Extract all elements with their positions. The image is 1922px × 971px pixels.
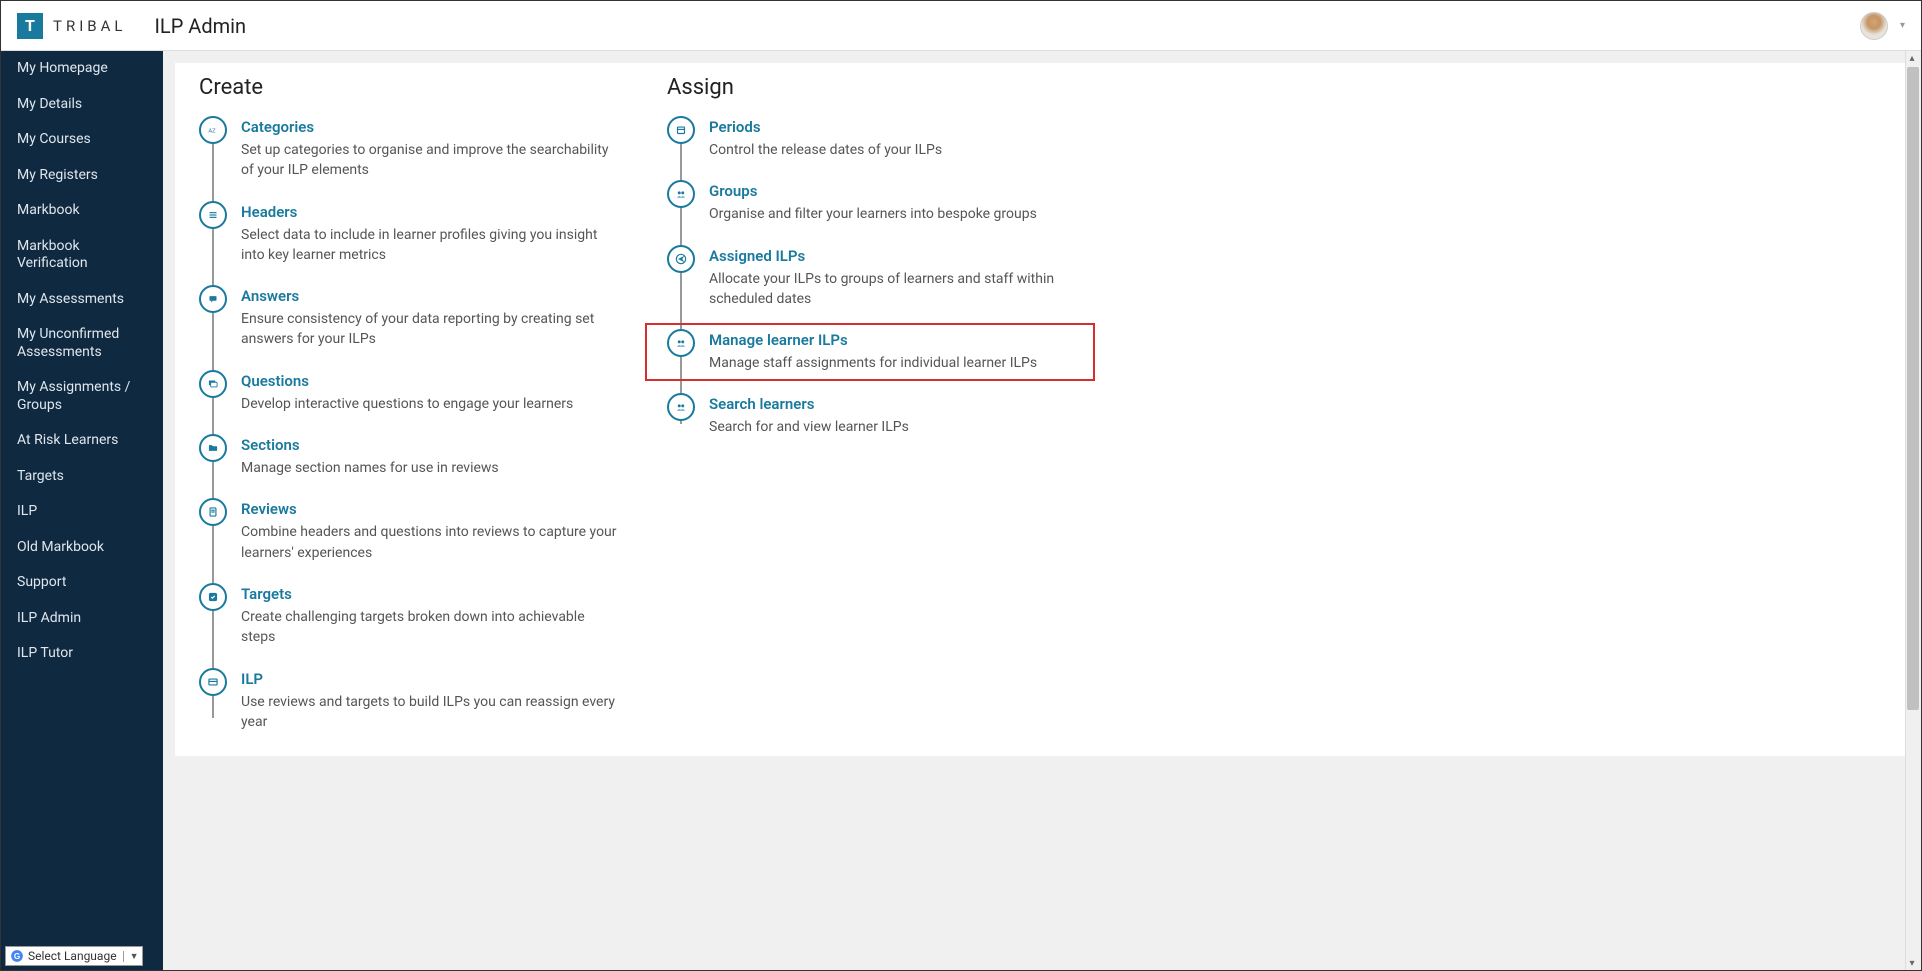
assign-item-periods[interactable]: Periods Control the release dates of you… <box>667 116 1087 180</box>
main-content: Create AZ Categories Set up categories t… <box>163 51 1921 970</box>
create-item-targets[interactable]: Targets Create challenging targets broke… <box>199 583 619 668</box>
sidebar-item-old-markbook[interactable]: Old Markbook <box>1 530 163 566</box>
item-desc: Manage section names for use in reviews <box>241 458 619 478</box>
item-desc: Select data to include in learner profil… <box>241 225 619 266</box>
list-icon <box>199 201 227 229</box>
item-title[interactable]: Periods <box>709 118 1087 136</box>
create-column: Create AZ Categories Set up categories t… <box>199 75 619 732</box>
checkbox-icon <box>199 583 227 611</box>
sidebar-item-ilp-tutor[interactable]: ILP Tutor <box>1 636 163 672</box>
az-icon: AZ <box>199 116 227 144</box>
scrollbar[interactable]: ▴ ▾ <box>1905 51 1921 970</box>
item-desc: Control the release dates of your ILPs <box>709 140 1087 160</box>
item-title[interactable]: Groups <box>709 182 1087 200</box>
item-desc: Combine headers and questions into revie… <box>241 522 619 563</box>
chevron-down-icon: ▼ <box>123 951 139 962</box>
item-desc: Ensure consistency of your data reportin… <box>241 309 619 350</box>
assign-item-groups[interactable]: Groups Organise and filter your learners… <box>667 180 1087 244</box>
create-item-categories[interactable]: AZ Categories Set up categories to organ… <box>199 116 619 201</box>
assign-item-search-learners[interactable]: Search learners Search for and view lear… <box>667 393 1087 437</box>
item-desc: Create challenging targets broken down i… <box>241 607 619 648</box>
folder-icon <box>199 434 227 462</box>
item-desc: Allocate your ILPs to groups of learners… <box>709 269 1087 310</box>
scroll-down-icon[interactable]: ▾ <box>1907 958 1917 968</box>
create-heading: Create <box>199 75 619 100</box>
logo[interactable]: T TRIBAL <box>17 13 126 39</box>
item-title[interactable]: ILP <box>241 670 619 688</box>
send-icon <box>667 245 695 273</box>
assign-item-manage-learner-ilps[interactable]: Manage learner ILPs Manage staff assignm… <box>667 329 1087 393</box>
avatar[interactable] <box>1860 12 1888 40</box>
item-title[interactable]: Manage learner ILPs <box>709 331 1087 349</box>
scroll-up-icon[interactable]: ▴ <box>1907 53 1917 63</box>
item-title[interactable]: Assigned ILPs <box>709 247 1087 265</box>
google-translate-icon: G <box>10 949 24 963</box>
item-title[interactable]: Targets <box>241 585 619 603</box>
language-selector-label: Select Language <box>28 949 117 963</box>
sidebar-item-my-homepage[interactable]: My Homepage <box>1 51 163 87</box>
sidebar-item-my-assessments[interactable]: My Assessments <box>1 282 163 318</box>
sidebar-item-my-unconfirmed-assessments[interactable]: My Unconfirmed Assessments <box>1 317 163 370</box>
sidebar-item-ilp[interactable]: ILP <box>1 494 163 530</box>
message-icon <box>199 285 227 313</box>
create-item-answers[interactable]: Answers Ensure consistency of your data … <box>199 285 619 370</box>
sidebar-item-my-courses[interactable]: My Courses <box>1 122 163 158</box>
item-title[interactable]: Search learners <box>709 395 1087 413</box>
svg-text:G: G <box>14 952 20 961</box>
item-title[interactable]: Answers <box>241 287 619 305</box>
item-desc: Set up categories to organise and improv… <box>241 140 619 181</box>
item-desc: Use reviews and targets to build ILPs yo… <box>241 692 619 733</box>
create-item-questions[interactable]: Questions Develop interactive questions … <box>199 370 619 434</box>
group-icon <box>667 329 695 357</box>
question-icon <box>199 370 227 398</box>
scrollbar-thumb[interactable] <box>1907 67 1919 710</box>
create-item-ilp[interactable]: ILP Use reviews and targets to build ILP… <box>199 668 619 733</box>
group-icon <box>667 393 695 421</box>
sidebar-item-ilp-admin[interactable]: ILP Admin <box>1 601 163 637</box>
document-icon <box>199 498 227 526</box>
item-title[interactable]: Questions <box>241 372 619 390</box>
item-desc: Develop interactive questions to engage … <box>241 394 619 414</box>
item-desc: Search for and view learner ILPs <box>709 417 1087 437</box>
group-icon <box>667 180 695 208</box>
calendar-icon <box>667 116 695 144</box>
sidebar: My Homepage My Details My Courses My Reg… <box>1 51 163 970</box>
sidebar-item-my-registers[interactable]: My Registers <box>1 158 163 194</box>
item-title[interactable]: Categories <box>241 118 619 136</box>
page-title: ILP Admin <box>154 14 246 38</box>
assign-item-assigned-ilps[interactable]: Assigned ILPs Allocate your ILPs to grou… <box>667 245 1087 330</box>
card-icon <box>199 668 227 696</box>
assign-column: Assign Periods Control the release dates… <box>667 75 1087 732</box>
sidebar-item-markbook[interactable]: Markbook <box>1 193 163 229</box>
assign-heading: Assign <box>667 75 1087 100</box>
create-item-headers[interactable]: Headers Select data to include in learne… <box>199 201 619 286</box>
language-selector[interactable]: G Select Language ▼ <box>5 946 143 966</box>
sidebar-item-my-assignments-groups[interactable]: My Assignments / Groups <box>1 370 163 423</box>
logo-text: TRIBAL <box>53 17 126 35</box>
logo-icon: T <box>17 13 43 39</box>
sidebar-item-targets[interactable]: Targets <box>1 459 163 495</box>
item-desc: Organise and filter your learners into b… <box>709 204 1087 224</box>
create-item-reviews[interactable]: Reviews Combine headers and questions in… <box>199 498 619 583</box>
item-title[interactable]: Headers <box>241 203 619 221</box>
item-desc: Manage staff assignments for individual … <box>709 353 1087 373</box>
sidebar-item-markbook-verification[interactable]: Markbook Verification <box>1 229 163 282</box>
sidebar-item-at-risk-learners[interactable]: At Risk Learners <box>1 423 163 459</box>
chevron-down-icon[interactable]: ▾ <box>1900 20 1905 31</box>
sidebar-item-my-details[interactable]: My Details <box>1 87 163 123</box>
item-title[interactable]: Reviews <box>241 500 619 518</box>
item-title[interactable]: Sections <box>241 436 619 454</box>
create-item-sections[interactable]: Sections Manage section names for use in… <box>199 434 619 498</box>
sidebar-item-support[interactable]: Support <box>1 565 163 601</box>
svg-text:AZ: AZ <box>208 128 216 134</box>
topbar: T TRIBAL ILP Admin ▾ <box>1 1 1921 51</box>
